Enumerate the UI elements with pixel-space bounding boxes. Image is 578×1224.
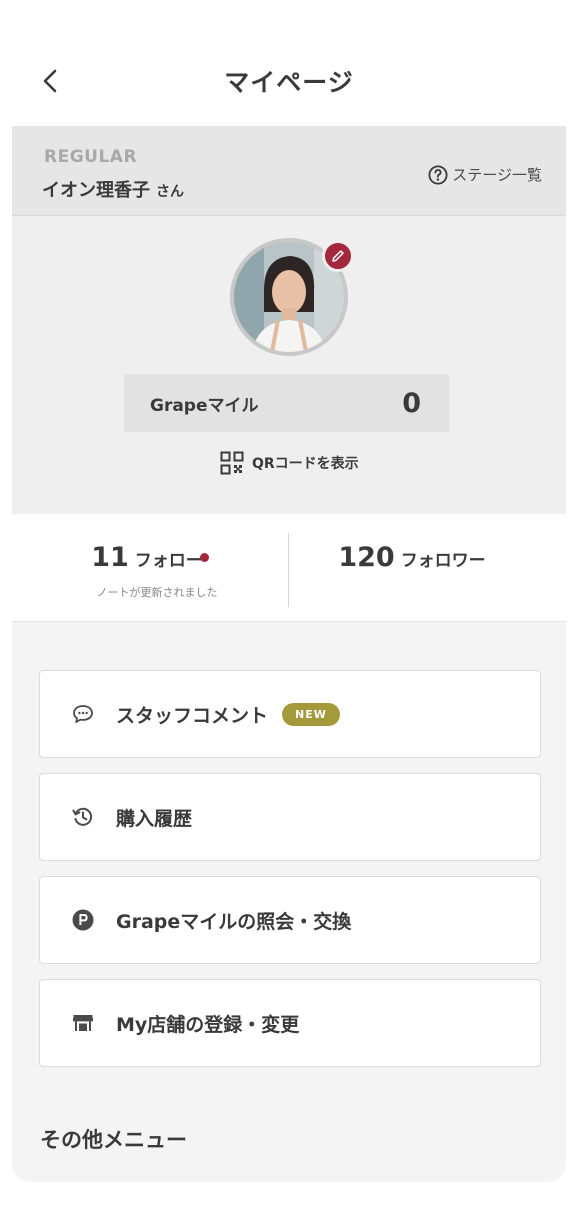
following-label: フォロー <box>134 551 203 571</box>
stage-list-label: ステージ一覧 <box>452 166 542 184</box>
follow-divider <box>288 533 289 607</box>
show-qr-label: QRコードを表示 <box>252 456 359 472</box>
miles-label: Grapeマイル <box>150 395 259 416</box>
menu-item-label: スタッフコメント <box>116 704 269 727</box>
chevron-left-icon <box>43 69 57 93</box>
menu-item-label: My店舗の登録・変更 <box>116 1013 300 1036</box>
following-button[interactable]: 11 フォロー <box>72 542 222 573</box>
menu-item-miles-exchange[interactable]: Grapeマイルの照会・交換 <box>39 876 541 964</box>
followers-button[interactable]: 120 フォロワー <box>312 542 512 573</box>
page-title: マイページ <box>224 68 354 97</box>
stage-level: REGULAR <box>44 147 138 167</box>
menu-item-label: 購入履歴 <box>116 807 193 830</box>
followers-label: フォロワー <box>400 551 486 571</box>
following-count: 11 <box>91 542 129 573</box>
help-circle-icon <box>428 164 448 185</box>
update-indicator-dot <box>199 553 209 562</box>
miles-value: 0 <box>402 387 421 419</box>
store-icon <box>70 1010 96 1036</box>
profile-card: REGULAR イオン理香子 さん ステージ一覧 Grapeマイル 0 QRコー… <box>12 126 566 514</box>
show-qr-link[interactable]: QRコードを表示 <box>220 451 359 475</box>
user-name-text: イオン理香子 <box>42 180 150 201</box>
app-header: マイページ <box>0 40 578 122</box>
follow-update-note: ノートが更新されました <box>96 586 218 599</box>
edit-avatar-button[interactable] <box>322 240 354 272</box>
stage-bar: REGULAR イオン理香子 さん ステージ一覧 <box>12 126 566 216</box>
points-icon <box>70 907 96 933</box>
followers-count: 120 <box>338 542 395 573</box>
avatar-container <box>230 238 354 356</box>
back-button[interactable] <box>36 64 64 98</box>
pencil-icon <box>332 250 344 262</box>
new-badge: NEW <box>282 702 340 726</box>
follow-stats: 11 フォロー ノートが更新されました 120 フォロワー <box>12 514 566 622</box>
menu-item-purchase-history[interactable]: 購入履歴 <box>39 773 541 861</box>
user-honorific: さん <box>156 184 184 200</box>
other-menu-title: その他メニュー <box>40 1128 187 1152</box>
menu-item-label: Grapeマイルの照会・交換 <box>116 910 352 933</box>
chat-bubble-icon <box>70 701 96 727</box>
menu-item-my-store[interactable]: My店舗の登録・変更 <box>39 979 541 1067</box>
history-icon <box>70 804 96 830</box>
menu-area: スタッフコメント NEW 購入履歴 Grapeマイルの照会・交換 My店舗の登録… <box>12 622 566 1182</box>
stage-list-link[interactable]: ステージ一覧 <box>428 164 542 185</box>
user-name: イオン理香子 さん <box>42 176 184 202</box>
qr-code-icon <box>220 451 244 475</box>
miles-box: Grapeマイル 0 <box>124 374 449 432</box>
menu-item-staff-comment[interactable]: スタッフコメント NEW <box>39 670 541 758</box>
